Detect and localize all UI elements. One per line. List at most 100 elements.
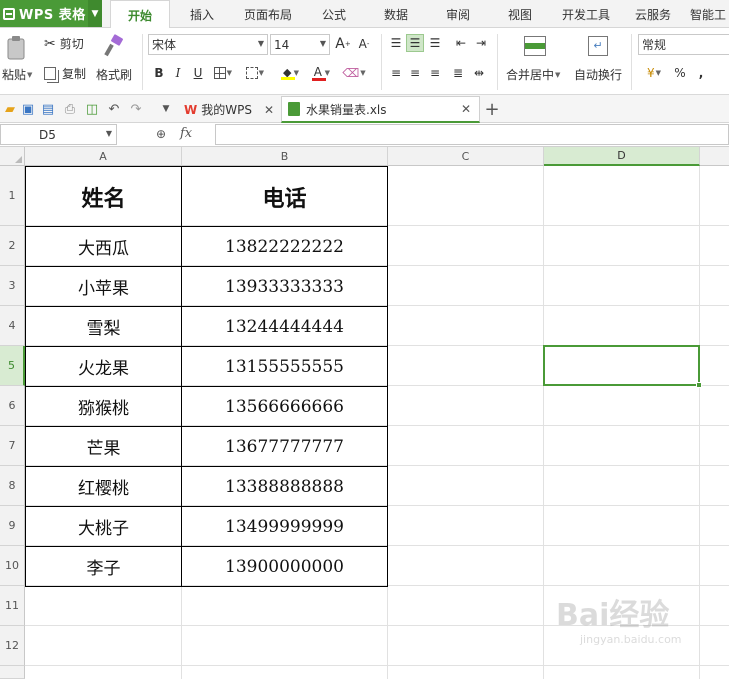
- redo-icon[interactable]: ↷: [128, 101, 144, 117]
- distribute-icon[interactable]: ⇹: [470, 64, 488, 82]
- zoom-search-icon[interactable]: ⊕: [156, 127, 166, 141]
- table-cell-phone[interactable]: 13900000000: [182, 547, 387, 586]
- chevron-down-icon: ▼: [105, 129, 112, 138]
- align-center-icon[interactable]: ≡: [406, 64, 424, 82]
- font-size-select[interactable]: 14 ▼: [270, 34, 330, 55]
- table-cell-phone[interactable]: 13933333333: [182, 267, 387, 306]
- format-painter-button[interactable]: 格式刷: [96, 66, 132, 83]
- app-menu-dropdown-icon[interactable]: ▼: [88, 0, 102, 27]
- fx-icon[interactable]: fx: [180, 126, 192, 141]
- align-right-icon[interactable]: ≡: [426, 64, 444, 82]
- tab-formulas[interactable]: 公式: [312, 0, 356, 28]
- font-name-select[interactable]: 宋体 ▼: [148, 34, 268, 55]
- currency-format-icon[interactable]: ¥ ▼: [641, 64, 667, 82]
- comma-style-icon[interactable]: ,: [692, 64, 710, 82]
- fill-handle[interactable]: [696, 382, 702, 388]
- wrap-text-button[interactable]: 自动换行: [574, 66, 622, 83]
- table-cell-name[interactable]: 红樱桃: [26, 467, 181, 506]
- italic-button[interactable]: I: [169, 64, 187, 82]
- format-painter-icon[interactable]: [100, 32, 126, 60]
- table-cell-phone[interactable]: 13155555555: [182, 347, 387, 386]
- active-cell-d5[interactable]: [543, 345, 702, 388]
- paste-button[interactable]: 粘贴 ▼: [2, 66, 32, 83]
- bold-button[interactable]: B: [150, 64, 168, 82]
- justify-icon[interactable]: ≣: [449, 64, 467, 82]
- merge-center-button[interactable]: 合并居中 ▼: [506, 66, 560, 83]
- cell-style-icon[interactable]: ▼: [246, 64, 264, 82]
- increase-indent-icon[interactable]: ⇥: [472, 34, 490, 52]
- font-name-value: 宋体: [152, 38, 177, 52]
- table-cell-name[interactable]: 小苹果: [26, 267, 181, 306]
- table-header-name[interactable]: 姓名: [26, 167, 181, 226]
- doc-tab-label: 我的WPS: [201, 103, 252, 117]
- name-box-value: D5: [39, 127, 56, 142]
- name-box[interactable]: D5 ▼: [0, 124, 117, 145]
- doc-tab-my-wps[interactable]: W 我的WPS ✕: [180, 96, 280, 123]
- align-bottom-icon[interactable]: ☰: [426, 34, 444, 52]
- decrease-indent-icon[interactable]: ⇤: [452, 34, 470, 52]
- app-title: WPS 表格: [19, 8, 86, 23]
- number-format-select[interactable]: 常规: [638, 34, 729, 55]
- wrap-text-icon[interactable]: ↵: [586, 34, 610, 58]
- align-left-icon[interactable]: ≡: [387, 64, 405, 82]
- wps-logo-icon: [3, 7, 15, 20]
- table-cell-phone[interactable]: 13677777777: [182, 427, 387, 466]
- table-cell-name[interactable]: 大桃子: [26, 507, 181, 546]
- table-cell-name[interactable]: 芒果: [26, 427, 181, 466]
- table-cell-name[interactable]: 火龙果: [26, 347, 181, 386]
- tab-home[interactable]: 开始: [110, 0, 170, 29]
- close-icon[interactable]: ✕: [461, 102, 471, 116]
- tab-view[interactable]: 视图: [498, 0, 542, 28]
- percent-button[interactable]: %: [671, 64, 689, 82]
- ribbon-separator: [381, 34, 382, 90]
- align-middle-icon[interactable]: ☰: [406, 34, 424, 52]
- menu-bar: WPS 表格 ▼ 开始 插入 页面布局 公式 数据 审阅 视图 开发工具 云服务…: [0, 0, 729, 29]
- table-cell-phone[interactable]: 13499999999: [182, 507, 387, 546]
- underline-button[interactable]: U: [189, 64, 207, 82]
- tab-cloud[interactable]: 云服务: [628, 0, 678, 28]
- fill-color-icon[interactable]: ◆ ▼: [281, 64, 299, 82]
- paste-label: 粘贴: [2, 68, 27, 82]
- print-icon[interactable]: ⎙: [62, 101, 78, 117]
- tab-insert[interactable]: 插入: [180, 0, 224, 28]
- table-cell-name[interactable]: 大西瓜: [26, 227, 181, 266]
- clear-format-icon[interactable]: ⌫ ▼: [342, 64, 365, 82]
- close-icon[interactable]: ✕: [264, 103, 274, 117]
- ribbon-separator: [631, 34, 632, 90]
- table-cell-phone[interactable]: 13244444444: [182, 307, 387, 346]
- undo-icon[interactable]: ↶: [106, 101, 122, 117]
- tab-developer[interactable]: 开发工具: [556, 0, 616, 28]
- formula-input[interactable]: [215, 124, 729, 145]
- font-color-icon[interactable]: A ▼: [312, 64, 330, 82]
- customize-dropdown-icon[interactable]: ▼: [158, 101, 174, 117]
- merge-center-icon[interactable]: [522, 34, 548, 58]
- print-preview-icon[interactable]: ◫: [84, 101, 100, 117]
- spreadsheet-grid[interactable]: A B C D 1 2 3 4 5 6 7 8 9 10 11 12 姓名 电话…: [0, 147, 729, 679]
- table-cell-phone[interactable]: 13388888888: [182, 467, 387, 506]
- cut-button[interactable]: ✂ 剪切: [44, 35, 84, 52]
- table-cell-name[interactable]: 猕猴桃: [26, 387, 181, 426]
- increase-font-icon[interactable]: A +: [334, 35, 352, 53]
- table-cell-name[interactable]: 雪梨: [26, 307, 181, 346]
- table-cell-name[interactable]: 李子: [26, 547, 181, 586]
- decrease-font-icon[interactable]: A-: [355, 35, 373, 53]
- copy-button[interactable]: 复制: [44, 65, 86, 82]
- table-header-phone[interactable]: 电话: [182, 167, 387, 226]
- copy-icon: [44, 67, 56, 80]
- save-icon[interactable]: ▣: [20, 101, 36, 117]
- borders-icon[interactable]: ▼: [214, 64, 232, 82]
- open-folder-icon[interactable]: ▰: [2, 101, 18, 117]
- wps-w-icon: W: [184, 102, 198, 117]
- tab-data[interactable]: 数据: [374, 0, 418, 28]
- tab-review[interactable]: 审阅: [436, 0, 480, 28]
- table-cell-phone[interactable]: 13822222222: [182, 227, 387, 266]
- app-menu-button[interactable]: WPS 表格: [0, 0, 102, 27]
- paste-icon[interactable]: [4, 34, 30, 62]
- align-top-icon[interactable]: ☰: [387, 34, 405, 52]
- tab-page-layout[interactable]: 页面布局: [238, 0, 298, 28]
- table-cell-phone[interactable]: 13566666666: [182, 387, 387, 426]
- doc-tab-active[interactable]: 水果销量表.xls ✕: [281, 96, 480, 123]
- tab-smart[interactable]: 智能工: [690, 0, 729, 28]
- new-tab-plus-icon[interactable]: +: [484, 99, 500, 120]
- export-pdf-icon[interactable]: ▤: [40, 101, 56, 117]
